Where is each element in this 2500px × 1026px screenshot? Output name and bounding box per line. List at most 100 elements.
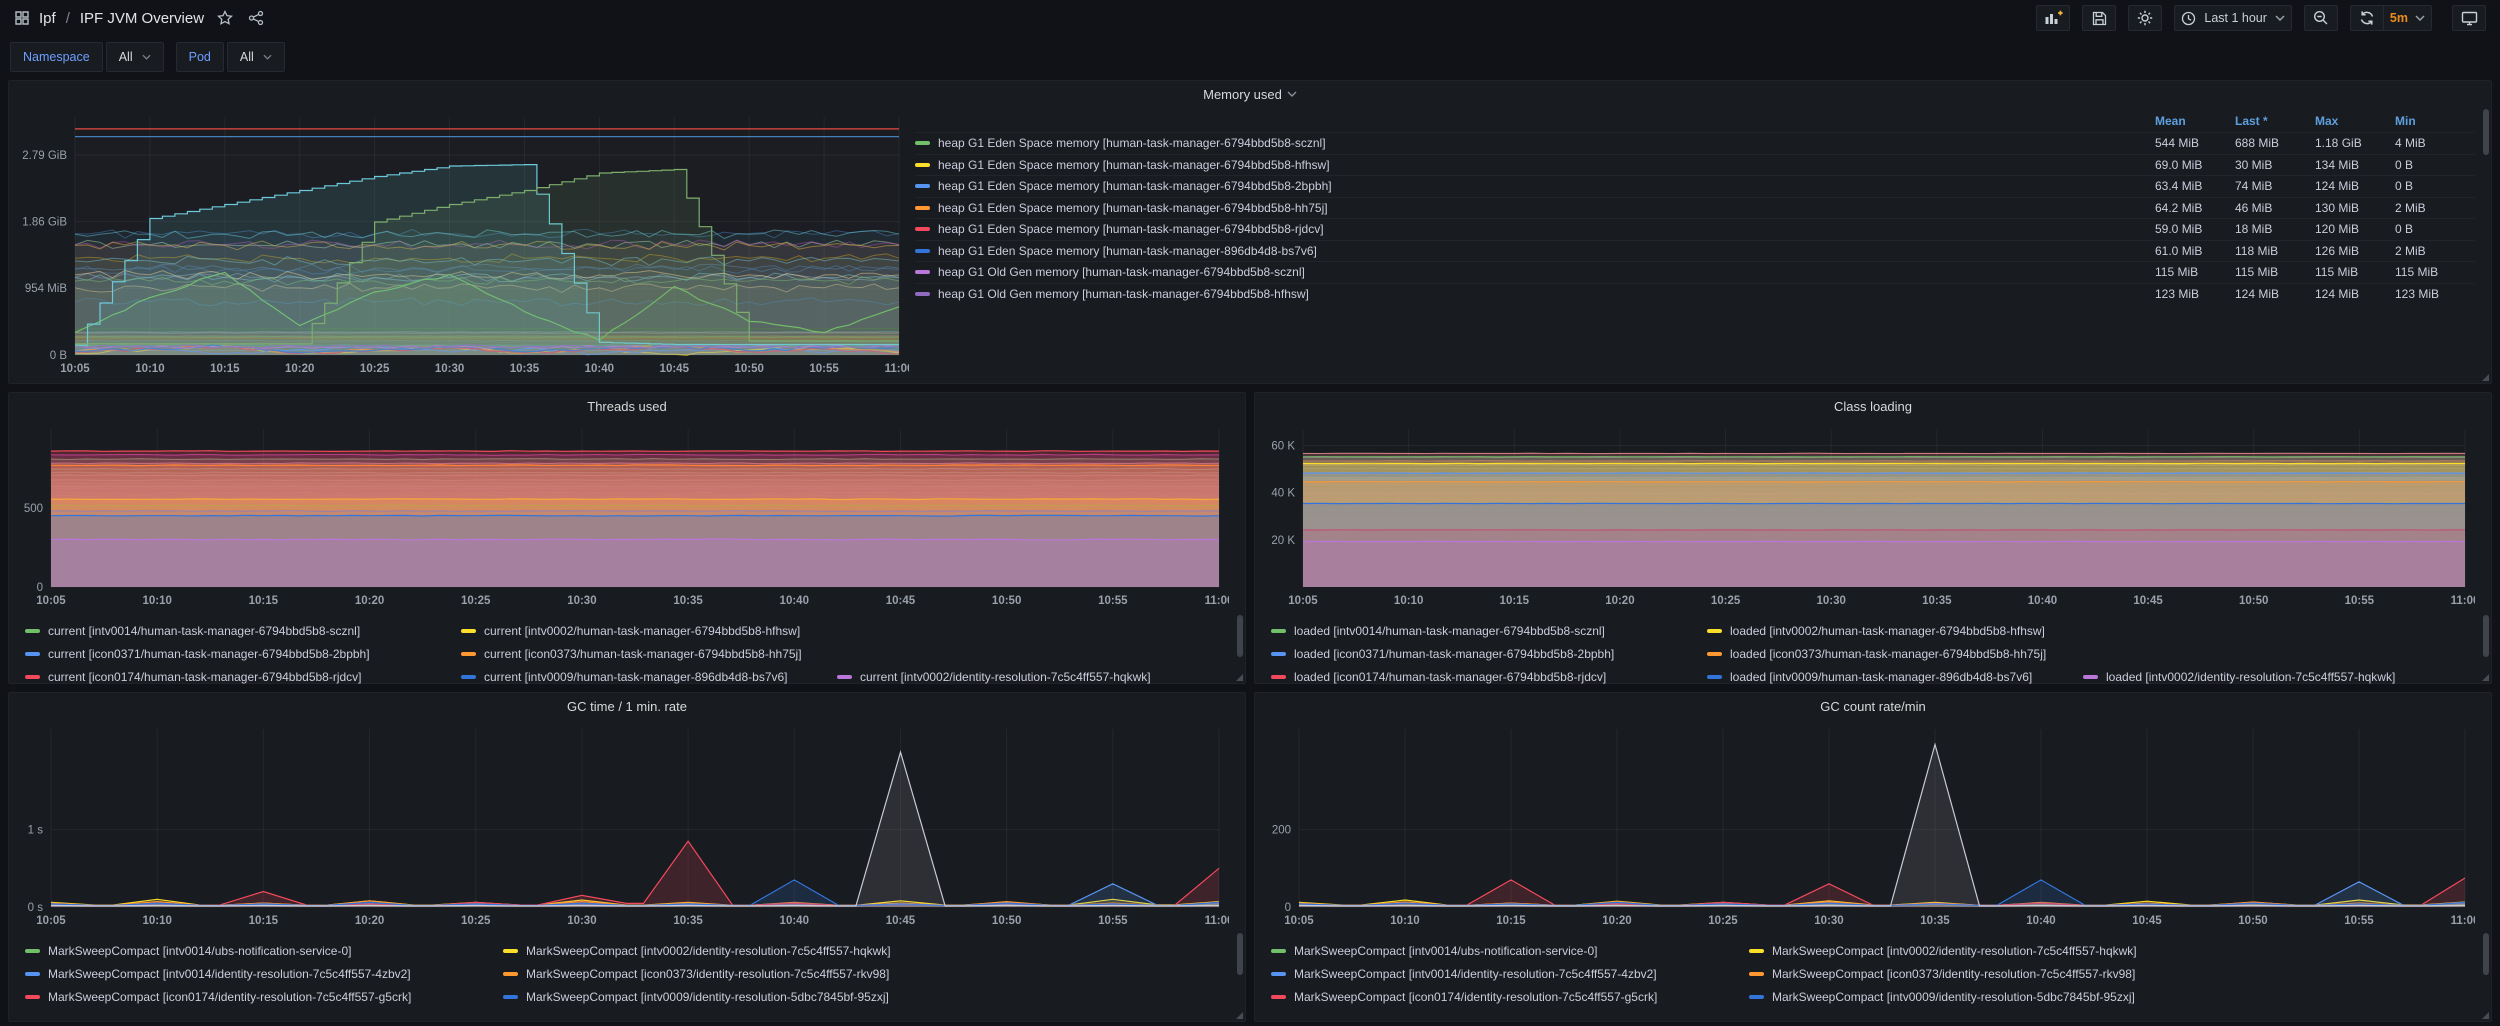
legend-item[interactable]: MarkSweepCompact [intv0002/identity-reso…	[1749, 944, 2137, 958]
legend-item[interactable]: MarkSweepCompact [intv0014/identity-reso…	[1271, 967, 1749, 981]
refresh-button[interactable]	[2350, 5, 2384, 31]
legend-scrollbar[interactable]	[1237, 933, 1243, 975]
legend-row[interactable]: heap G1 Eden Space memory [human-task-ma…	[915, 218, 2475, 240]
legend-item[interactable]: MarkSweepCompact [intv0002/identity-reso…	[503, 944, 891, 958]
legend-item[interactable]: current [intv0002/identity-resolution-7c…	[837, 670, 1151, 684]
panel-resize-handle[interactable]	[2482, 374, 2489, 381]
panel-title-gc-time[interactable]: GC time / 1 min. rate	[9, 693, 1245, 719]
legend-swatch	[1271, 972, 1286, 976]
panel-resize-handle[interactable]	[2482, 674, 2489, 681]
variable-namespace-dropdown[interactable]: All	[106, 42, 164, 72]
panel-resize-handle[interactable]	[1236, 1012, 1243, 1019]
legend-item[interactable]: MarkSweepCompact [icon0174/identity-reso…	[25, 990, 503, 1004]
panel-resize-handle[interactable]	[2482, 1012, 2489, 1019]
legend-row[interactable]: heap G1 Old Gen memory [human-task-manag…	[915, 261, 2475, 283]
svg-text:10:10: 10:10	[135, 363, 164, 375]
dashboard-settings-button[interactable]	[2128, 5, 2162, 31]
panel-title-memory-used[interactable]: Memory used	[9, 81, 2491, 107]
legend-column-min[interactable]: Min	[2395, 114, 2475, 128]
legend-item[interactable]: MarkSweepCompact [icon0373/identity-reso…	[1749, 967, 2135, 981]
legend-item[interactable]: current [icon0373/human-task-manager-679…	[461, 647, 802, 661]
variable-pod-dropdown[interactable]: All	[227, 42, 285, 72]
legend-item[interactable]: MarkSweepCompact [intv0014/ubs-notificat…	[1271, 944, 1749, 958]
gc-time-chart[interactable]: 10:0510:1010:1510:2010:2510:3010:3510:40…	[9, 719, 1245, 936]
legend-item[interactable]: MarkSweepCompact [icon0373/identity-reso…	[503, 967, 889, 981]
legend-label: current [intv0009/human-task-manager-896…	[484, 670, 788, 684]
legend-value: 688 MiB	[2235, 136, 2315, 150]
legend-item[interactable]: MarkSweepCompact [intv0014/ubs-notificat…	[25, 944, 503, 958]
legend-row[interactable]: heap G1 Eden Space memory [human-task-ma…	[915, 240, 2475, 262]
legend-item[interactable]: loaded [intv0014/human-task-manager-6794…	[1271, 624, 1707, 638]
svg-text:500: 500	[24, 503, 43, 515]
legend-row[interactable]: heap G1 Eden Space memory [human-task-ma…	[915, 197, 2475, 219]
legend-scrollbar[interactable]	[2483, 933, 2489, 975]
legend-item[interactable]: loaded [icon0371/human-task-manager-6794…	[1271, 647, 1707, 661]
panel-title-gc-count[interactable]: GC count rate/min	[1255, 693, 2491, 719]
time-range-label: Last 1 hour	[2204, 11, 2267, 25]
gc-count-legend: MarkSweepCompact [intv0014/ubs-notificat…	[1255, 936, 2491, 1008]
legend-item[interactable]: MarkSweepCompact [icon0174/identity-reso…	[1271, 990, 1749, 1004]
zoom-out-time-button[interactable]	[2304, 5, 2338, 31]
legend-item[interactable]: MarkSweepCompact [intv0014/identity-reso…	[25, 967, 503, 981]
legend-swatch	[461, 675, 476, 679]
svg-text:11:00: 11:00	[885, 363, 909, 375]
legend-item[interactable]: current [intv0014/human-task-manager-679…	[25, 624, 461, 638]
breadcrumb-section[interactable]: Ipf	[39, 10, 56, 27]
panel-resize-handle[interactable]	[1236, 674, 1243, 681]
legend-scrollbar[interactable]	[2483, 109, 2489, 155]
legend-item[interactable]: loaded [icon0174/human-task-manager-6794…	[1271, 670, 1707, 684]
add-panel-button[interactable]	[2036, 5, 2070, 31]
legend-value: 46 MiB	[2235, 201, 2315, 215]
gc-count-chart[interactable]: 10:0510:1010:1510:2010:2510:3010:3510:40…	[1255, 719, 2491, 936]
cycle-view-mode-button[interactable]	[2452, 5, 2486, 31]
panel-title-threads-used[interactable]: Threads used	[9, 393, 1245, 419]
legend-swatch	[1271, 675, 1286, 679]
share-icon[interactable]	[248, 10, 264, 26]
legend-swatch	[25, 675, 40, 679]
save-dashboard-button[interactable]	[2082, 5, 2116, 31]
legend-item[interactable]: MarkSweepCompact [intv0009/identity-reso…	[503, 990, 889, 1004]
legend-row[interactable]: heap G1 Eden Space memory [human-task-ma…	[915, 154, 2475, 176]
legend-column-mean[interactable]: Mean	[2155, 114, 2235, 128]
legend-column-last[interactable]: Last *	[2235, 114, 2315, 128]
star-icon[interactable]	[217, 10, 233, 26]
legend-item[interactable]: loaded [intv0009/human-task-manager-896d…	[1707, 670, 2083, 684]
legend-label: heap G1 Old Gen memory [human-task-manag…	[938, 265, 1305, 279]
memory-used-chart[interactable]: 10:0510:1010:1510:2010:2510:3010:3510:40…	[9, 107, 909, 383]
legend-row[interactable]: heap G1 Old Gen memory [human-task-manag…	[915, 283, 2475, 305]
legend-value: 0 B	[2395, 158, 2475, 172]
legend-row[interactable]: heap G1 Eden Space memory [human-task-ma…	[915, 132, 2475, 154]
svg-text:10:25: 10:25	[461, 595, 491, 607]
legend-item[interactable]: loaded [intv0002/human-task-manager-6794…	[1707, 624, 2045, 638]
legend-scrollbar[interactable]	[2483, 615, 2489, 657]
panel-title-text: Memory used	[1203, 87, 1282, 102]
legend-label: loaded [intv0009/human-task-manager-896d…	[1730, 670, 2032, 684]
top-navbar: Ipf / IPF JVM Overview	[0, 0, 2500, 36]
legend-label: MarkSweepCompact [icon0174/identity-reso…	[48, 990, 411, 1004]
legend-item[interactable]: current [intv0002/human-task-manager-679…	[461, 624, 800, 638]
legend-item[interactable]: loaded [intv0002/identity-resolution-7c5…	[2083, 670, 2395, 684]
class-loading-chart[interactable]: 10:0510:1010:1510:2010:2510:3010:3510:40…	[1255, 419, 2491, 616]
legend-item[interactable]: loaded [icon0373/human-task-manager-6794…	[1707, 647, 2046, 661]
legend-label: MarkSweepCompact [icon0373/identity-reso…	[526, 967, 889, 981]
legend-item[interactable]: current [icon0371/human-task-manager-679…	[25, 647, 461, 661]
legend-scrollbar[interactable]	[1237, 615, 1243, 657]
svg-text:10:50: 10:50	[2238, 915, 2267, 927]
panel-title-class-loading[interactable]: Class loading	[1255, 393, 2491, 419]
time-range-picker[interactable]: Last 1 hour	[2174, 5, 2292, 31]
legend-column-max[interactable]: Max	[2315, 114, 2395, 128]
svg-text:10:30: 10:30	[435, 363, 464, 375]
legend-swatch	[1271, 995, 1286, 999]
dashboards-grid-icon[interactable]	[14, 10, 30, 26]
threads-used-chart[interactable]: 10:0510:1010:1510:2010:2510:3010:3510:40…	[9, 419, 1245, 616]
svg-text:10:10: 10:10	[1390, 915, 1419, 927]
svg-text:10:35: 10:35	[673, 595, 703, 607]
svg-text:10:25: 10:25	[1708, 915, 1738, 927]
legend-item[interactable]: current [icon0174/human-task-manager-679…	[25, 670, 461, 684]
legend-row[interactable]: heap G1 Eden Space memory [human-task-ma…	[915, 175, 2475, 197]
legend-value: 18 MiB	[2235, 222, 2315, 236]
refresh-interval-picker[interactable]: 5m	[2384, 5, 2432, 31]
legend-value: 124 MiB	[2235, 287, 2315, 301]
legend-item[interactable]: current [intv0009/human-task-manager-896…	[461, 670, 837, 684]
legend-item[interactable]: MarkSweepCompact [intv0009/identity-reso…	[1749, 990, 2135, 1004]
